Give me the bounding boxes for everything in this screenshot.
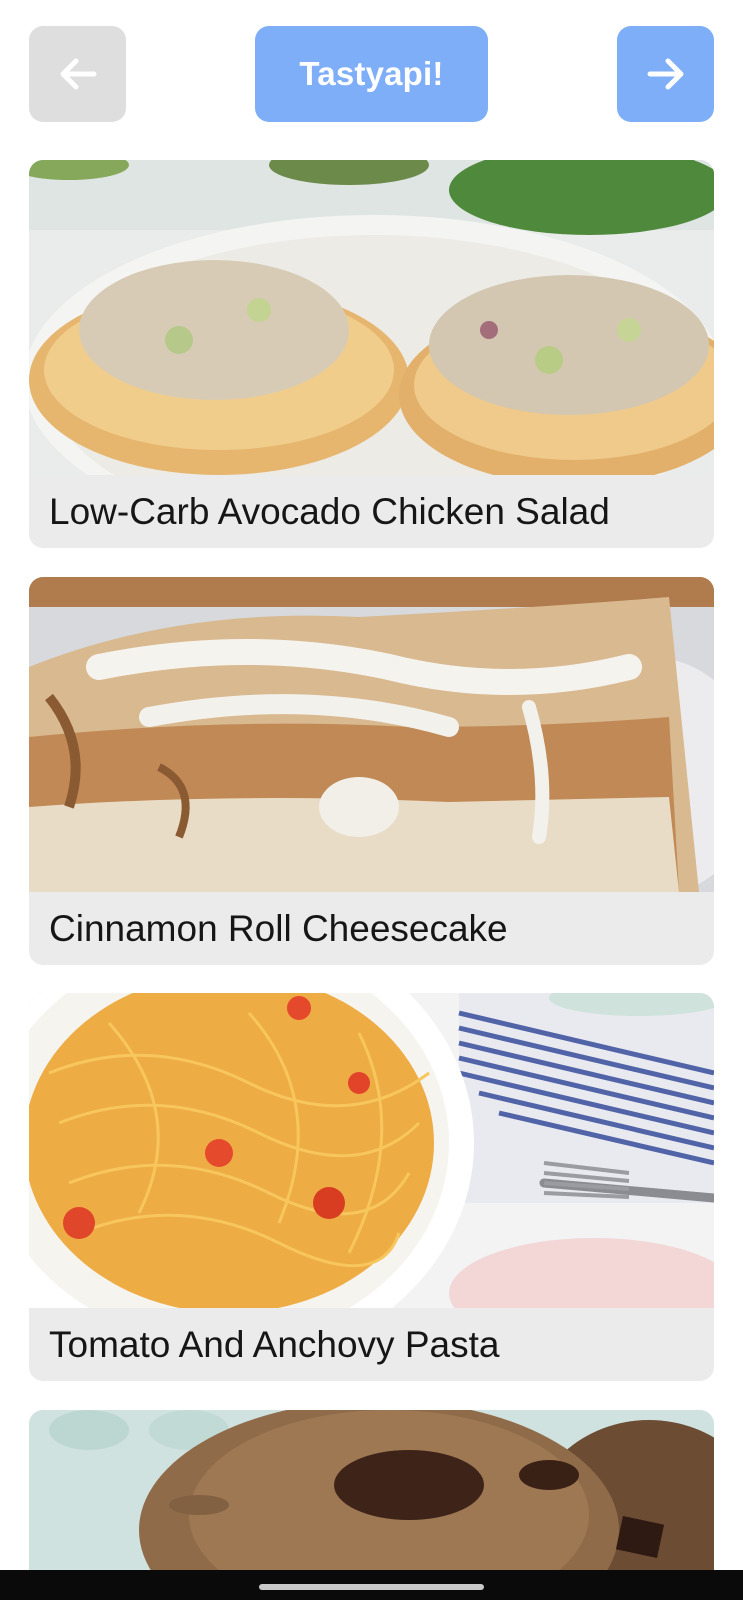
recipe-image xyxy=(29,160,714,475)
home-gesture-handle[interactable] xyxy=(259,1584,484,1590)
recipe-card[interactable]: Low-Carb Avocado Chicken Salad xyxy=(29,160,714,548)
recipe-card[interactable]: Cinnamon Roll Cheesecake xyxy=(29,577,714,965)
recipe-image xyxy=(29,993,714,1308)
arrow-right-icon xyxy=(647,58,683,90)
arrow-left-icon xyxy=(60,58,96,90)
recipe-title: Cinnamon Roll Cheesecake xyxy=(49,907,508,949)
app-title: Tastyapi! xyxy=(299,55,444,92)
back-button[interactable] xyxy=(29,26,126,122)
recipe-image xyxy=(29,577,714,892)
recipe-title: Tomato And Anchovy Pasta xyxy=(49,1323,500,1365)
app-title-button[interactable]: Tastyapi! xyxy=(255,26,488,122)
recipe-title: Low-Carb Avocado Chicken Salad xyxy=(49,490,610,532)
next-button[interactable] xyxy=(617,26,714,122)
system-nav-bar xyxy=(0,1570,743,1600)
recipe-card[interactable]: Tomato And Anchovy Pasta xyxy=(29,993,714,1381)
recipe-image xyxy=(29,1410,714,1570)
app-screen: Tastyapi! Low-Carb Avocado Chicken Salad… xyxy=(0,0,743,1600)
